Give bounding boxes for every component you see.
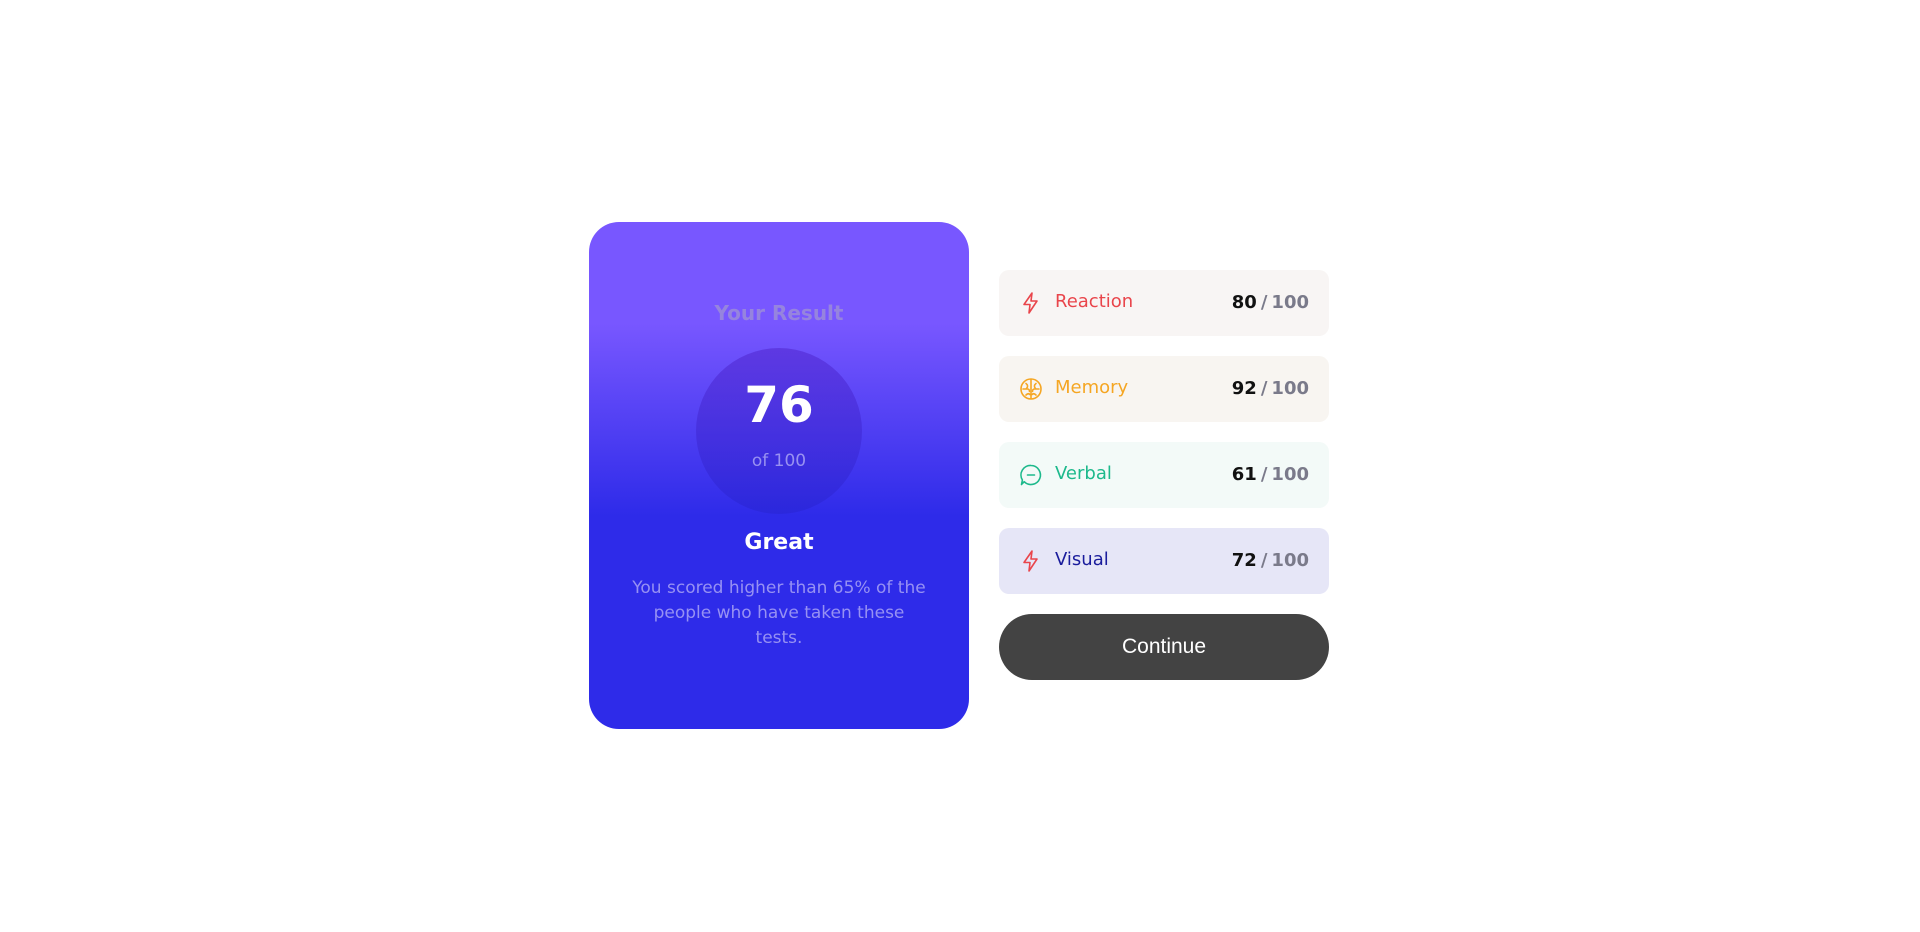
category-reaction: Reaction 80/100	[999, 270, 1329, 336]
category-label: Reaction	[1055, 291, 1134, 312]
category-score-max: 100	[1271, 464, 1309, 485]
summary-panel: Reaction 80/100 Memory 92/ 100 Verbal 61…	[999, 270, 1329, 680]
category-verbal: Verbal 61/100	[999, 442, 1329, 508]
lightning-icon	[1019, 549, 1043, 573]
category-label: Memory	[1055, 377, 1129, 398]
category-score-max: 100	[1271, 378, 1309, 399]
result-description: You scored higher than 65% of the people…	[632, 578, 926, 648]
result-rating: Great	[744, 530, 814, 555]
continue-button[interactable]: Continue	[999, 614, 1329, 680]
score-value: 76	[744, 376, 814, 434]
category-score: 72/100	[1232, 549, 1309, 573]
category-score-value: 72	[1231, 550, 1257, 571]
score-separator: /	[1260, 464, 1268, 485]
chat-bubble-icon	[1019, 463, 1043, 487]
category-score-max: 100	[1271, 292, 1309, 313]
score-circle: 76 of 100	[696, 348, 862, 514]
category-label: Verbal	[1055, 463, 1112, 484]
score-separator: /	[1260, 378, 1268, 399]
brain-icon	[1019, 377, 1043, 401]
category-score-value: 80	[1231, 292, 1257, 313]
category-score: 92/100	[1232, 377, 1309, 401]
results-summary-component: Your Result 76 of 100 Great You scored h…	[0, 0, 1920, 932]
category-score-value: 61	[1231, 464, 1257, 485]
result-title: Your Result	[714, 301, 844, 325]
category-score-value: 92	[1231, 378, 1257, 399]
category-label: Visual	[1055, 549, 1109, 570]
result-card: Your Result 76 of 100 Great You scored h…	[589, 222, 969, 729]
category-score: 61/100	[1232, 463, 1309, 487]
category-memory: Memory 92/100	[999, 356, 1329, 422]
lightning-icon	[1019, 291, 1043, 315]
score-separator: /	[1260, 292, 1268, 313]
category-score-max: 100	[1271, 550, 1309, 571]
category-visual: Visual 72/100	[999, 528, 1329, 594]
score-max-label: of 100	[751, 451, 807, 471]
category-score: 80/100	[1232, 291, 1309, 315]
score-separator: /	[1260, 550, 1268, 571]
